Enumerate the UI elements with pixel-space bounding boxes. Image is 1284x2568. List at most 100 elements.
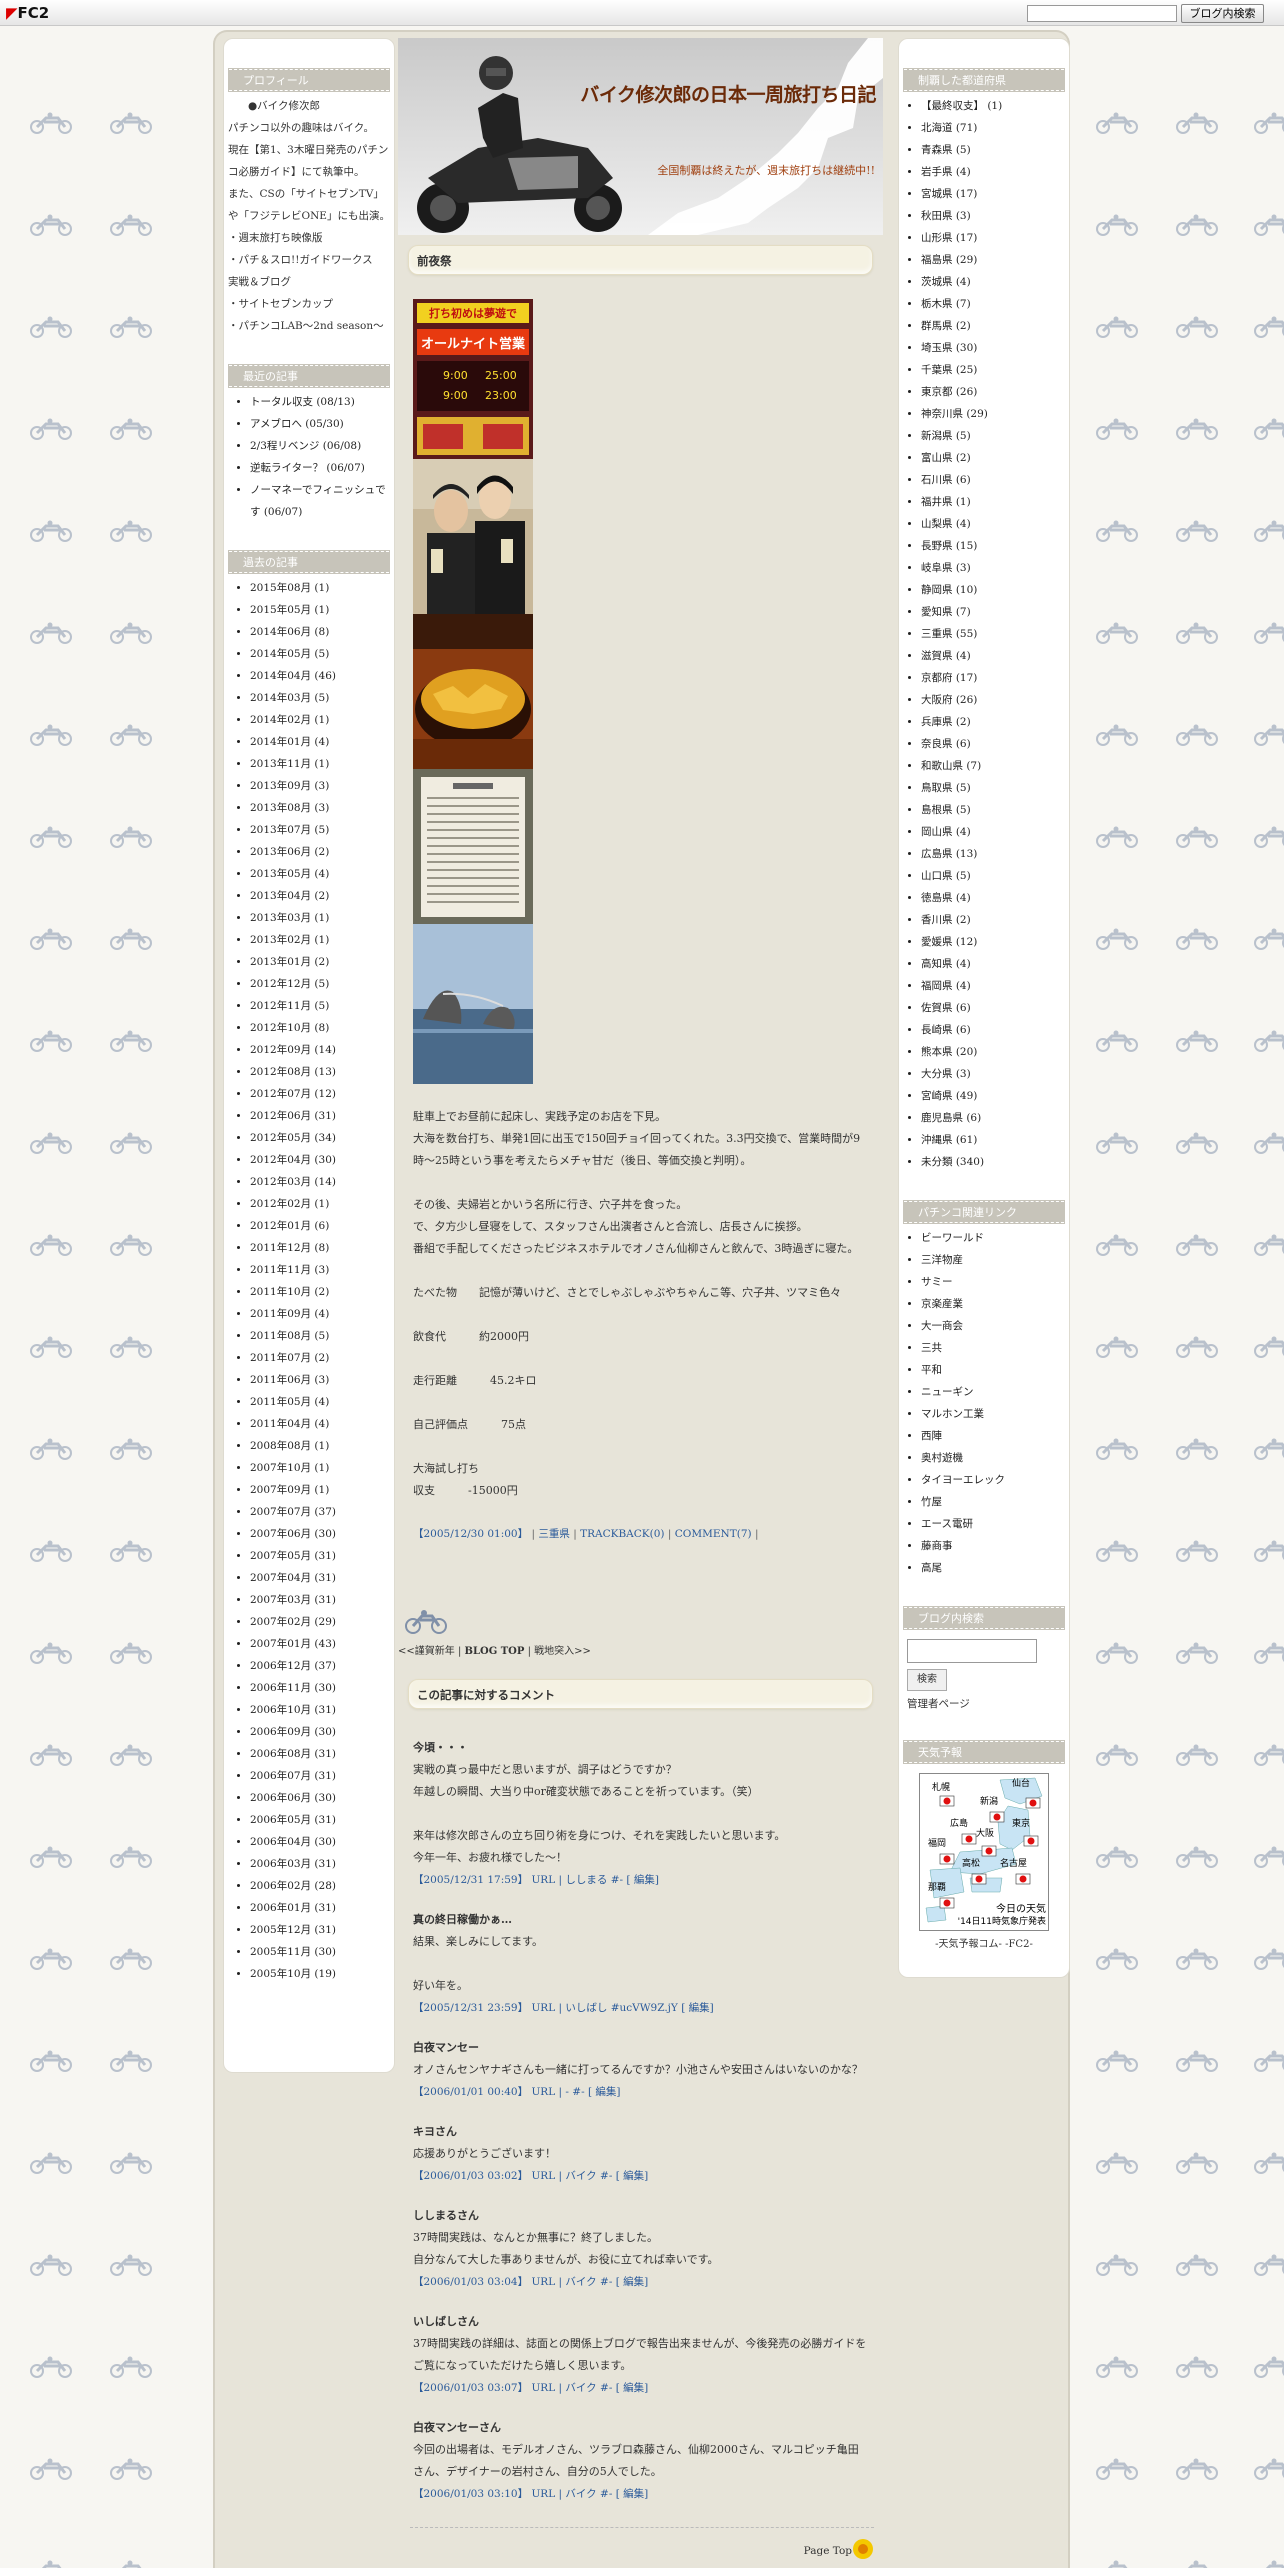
blog-header-banner[interactable]: バイク修次郎の日本一周旅打ち日記 全国制覇は終えたが、週末旅打ちは継続中!!: [398, 38, 883, 235]
archive-month-link[interactable]: 2011年12月 (8): [250, 1237, 394, 1259]
profile-link-weekend-video[interactable]: ・週末旅打ち映像版: [228, 227, 390, 249]
blog-top-link[interactable]: BLOG TOP: [465, 1646, 525, 1657]
prefecture-category-link[interactable]: 栃木県 (7): [921, 293, 1069, 315]
pachinko-link[interactable]: 藤商事: [921, 1535, 1069, 1557]
prefecture-category-link[interactable]: 広島県 (13): [921, 843, 1069, 865]
prefecture-category-link[interactable]: 山梨県 (4): [921, 513, 1069, 535]
archive-month-link[interactable]: 2012年08月 (13): [250, 1061, 394, 1083]
archive-month-link[interactable]: 2006年01月 (31): [250, 1897, 394, 1919]
recent-entry-link[interactable]: 2/3程リベンジ (06/08): [250, 435, 394, 457]
archive-month-link[interactable]: 2006年05月 (31): [250, 1809, 394, 1831]
prefecture-category-link[interactable]: 茨城県 (4): [921, 271, 1069, 293]
prefecture-category-link[interactable]: 熊本県 (20): [921, 1041, 1069, 1063]
pachinko-link[interactable]: ニューギン: [921, 1381, 1069, 1403]
archive-month-link[interactable]: 2013年06月 (2): [250, 841, 394, 863]
prefecture-category-link[interactable]: 山口県 (5): [921, 865, 1069, 887]
prefecture-category-link[interactable]: 群馬県 (2): [921, 315, 1069, 337]
archive-month-link[interactable]: 2013年05月 (4): [250, 863, 394, 885]
pachinko-link[interactable]: 三共: [921, 1337, 1069, 1359]
archive-month-link[interactable]: 2007年01月 (43): [250, 1633, 394, 1655]
prefecture-category-link[interactable]: 岐阜県 (3): [921, 557, 1069, 579]
archive-month-link[interactable]: 2014年04月 (46): [250, 665, 394, 687]
next-entry-link[interactable]: 戦地突入: [534, 1646, 574, 1657]
prefecture-category-link[interactable]: 大分県 (3): [921, 1063, 1069, 1085]
archive-month-link[interactable]: 2014年01月 (4): [250, 731, 394, 753]
archive-month-link[interactable]: 2008年08月 (1): [250, 1435, 394, 1457]
pachinko-link[interactable]: タイヨーエレック: [921, 1469, 1069, 1491]
prev-entry-link[interactable]: 謹賀新年: [415, 1646, 455, 1657]
prefecture-category-link[interactable]: 愛知県 (7): [921, 601, 1069, 623]
recent-entry-link[interactable]: 逆転ライター？ (06/07): [250, 457, 394, 479]
comment-meta[interactable]: 【2006/01/03 03:10】 URL | バイク #- [ 編集]: [413, 2483, 868, 2505]
prefecture-category-link[interactable]: 新潟県 (5): [921, 425, 1069, 447]
pachinko-link[interactable]: 奥村遊機: [921, 1447, 1069, 1469]
prefecture-category-link[interactable]: 長野県 (15): [921, 535, 1069, 557]
prefecture-category-link[interactable]: 福島県 (29): [921, 249, 1069, 271]
archive-month-link[interactable]: 2012年10月 (8): [250, 1017, 394, 1039]
archive-month-link[interactable]: 2013年11月 (1): [250, 753, 394, 775]
prefecture-category-link[interactable]: 佐賀県 (6): [921, 997, 1069, 1019]
archive-month-link[interactable]: 2006年03月 (31): [250, 1853, 394, 1875]
comment-meta[interactable]: 【2005/12/31 17:59】 URL | ししまる #- [ 編集]: [413, 1869, 868, 1891]
pachinko-link[interactable]: 大一商会: [921, 1315, 1069, 1337]
archive-month-link[interactable]: 2007年03月 (31): [250, 1589, 394, 1611]
prefecture-category-link[interactable]: 兵庫県 (2): [921, 711, 1069, 733]
recent-entry-link[interactable]: アメブロへ (05/30): [250, 413, 394, 435]
blog-search-input[interactable]: [907, 1639, 1037, 1663]
prefecture-category-link[interactable]: 奈良県 (6): [921, 733, 1069, 755]
photo-anago-don[interactable]: [413, 614, 533, 769]
prefecture-category-link[interactable]: 京都府 (17): [921, 667, 1069, 689]
photo-poster[interactable]: 打ち初めは夢遊で オールナイト営業 9:00 25:00 9:00 23:00: [413, 299, 533, 459]
archive-month-link[interactable]: 2013年07月 (5): [250, 819, 394, 841]
blog-search-button[interactable]: 検索: [907, 1669, 947, 1691]
pachinko-link[interactable]: ビーワールド: [921, 1227, 1069, 1249]
comment-meta[interactable]: 【2006/01/03 03:04】 URL | バイク #- [ 編集]: [413, 2271, 868, 2293]
prefecture-category-link[interactable]: 鹿児島県 (6): [921, 1107, 1069, 1129]
archive-month-link[interactable]: 2007年02月 (29): [250, 1611, 394, 1633]
archive-month-link[interactable]: 2013年04月 (2): [250, 885, 394, 907]
fc2-search-input[interactable]: [1027, 5, 1177, 22]
prefecture-category-link[interactable]: 神奈川県 (29): [921, 403, 1069, 425]
pachinko-link[interactable]: 高尾: [921, 1557, 1069, 1579]
pachinko-link[interactable]: マルホン工業: [921, 1403, 1069, 1425]
archive-month-link[interactable]: 2006年02月 (28): [250, 1875, 394, 1897]
archive-month-link[interactable]: 2005年12月 (31): [250, 1919, 394, 1941]
archive-month-link[interactable]: 2012年01月 (6): [250, 1215, 394, 1237]
archive-month-link[interactable]: 2012年02月 (1): [250, 1193, 394, 1215]
archive-month-link[interactable]: 2014年05月 (5): [250, 643, 394, 665]
archive-month-link[interactable]: 2013年08月 (3): [250, 797, 394, 819]
weather-map[interactable]: 札幌 仙台 新潟 東京 広島 大阪 福岡 名古屋 高松 那覇 今日の天気 '14…: [919, 1773, 1049, 1931]
weather-credit-link[interactable]: -天気予報コム- -FC2-: [899, 1935, 1069, 1950]
archive-month-link[interactable]: 2006年11月 (30): [250, 1677, 394, 1699]
comment-meta[interactable]: 【2006/01/03 03:02】 URL | バイク #- [ 編集]: [413, 2165, 868, 2187]
archive-month-link[interactable]: 2015年05月 (1): [250, 599, 394, 621]
prefecture-category-link[interactable]: 滋賀県 (4): [921, 645, 1069, 667]
prefecture-category-link[interactable]: 島根県 (5): [921, 799, 1069, 821]
pachinko-link[interactable]: エース電研: [921, 1513, 1069, 1535]
recent-entry-link[interactable]: トータル収支 (08/13): [250, 391, 394, 413]
prefecture-category-link[interactable]: 静岡県 (10): [921, 579, 1069, 601]
archive-month-link[interactable]: 2005年11月 (30): [250, 1941, 394, 1963]
prefecture-category-link[interactable]: 福岡県 (4): [921, 975, 1069, 997]
flower-icon[interactable]: [852, 2538, 874, 2560]
prefecture-category-link[interactable]: 岩手県 (4): [921, 161, 1069, 183]
comment-link[interactable]: COMMENT(7): [675, 1528, 752, 1540]
page-top-link[interactable]: Page Top: [804, 2545, 852, 2557]
prefecture-category-link[interactable]: 未分類 (340): [921, 1151, 1069, 1173]
archive-month-link[interactable]: 2012年04月 (30): [250, 1149, 394, 1171]
archive-month-link[interactable]: 2012年05月 (34): [250, 1127, 394, 1149]
archive-month-link[interactable]: 2012年09月 (14): [250, 1039, 394, 1061]
comment-meta[interactable]: 【2006/01/03 03:07】 URL | バイク #- [ 編集]: [413, 2377, 868, 2399]
fc2-search-button[interactable]: ブログ内検索: [1181, 4, 1264, 23]
photo-meoto-iwa-sign[interactable]: [413, 769, 533, 924]
archive-month-link[interactable]: 2012年12月 (5): [250, 973, 394, 995]
archive-month-link[interactable]: 2014年06月 (8): [250, 621, 394, 643]
prefecture-category-link[interactable]: 三重県 (55): [921, 623, 1069, 645]
blog-title[interactable]: バイク修次郎の日本一周旅打ち日記: [556, 80, 876, 107]
archive-month-link[interactable]: 2012年11月 (5): [250, 995, 394, 1017]
profile-link-guideworks[interactable]: ・パチ＆スロ!!ガイドワークス 実戦＆ブログ: [228, 249, 390, 293]
archive-month-link[interactable]: 2006年08月 (31): [250, 1743, 394, 1765]
pachinko-link[interactable]: サミー: [921, 1271, 1069, 1293]
comment-meta[interactable]: 【2006/01/01 00:40】 URL | - #- [ 編集]: [413, 2081, 868, 2103]
archive-month-link[interactable]: 2013年02月 (1): [250, 929, 394, 951]
